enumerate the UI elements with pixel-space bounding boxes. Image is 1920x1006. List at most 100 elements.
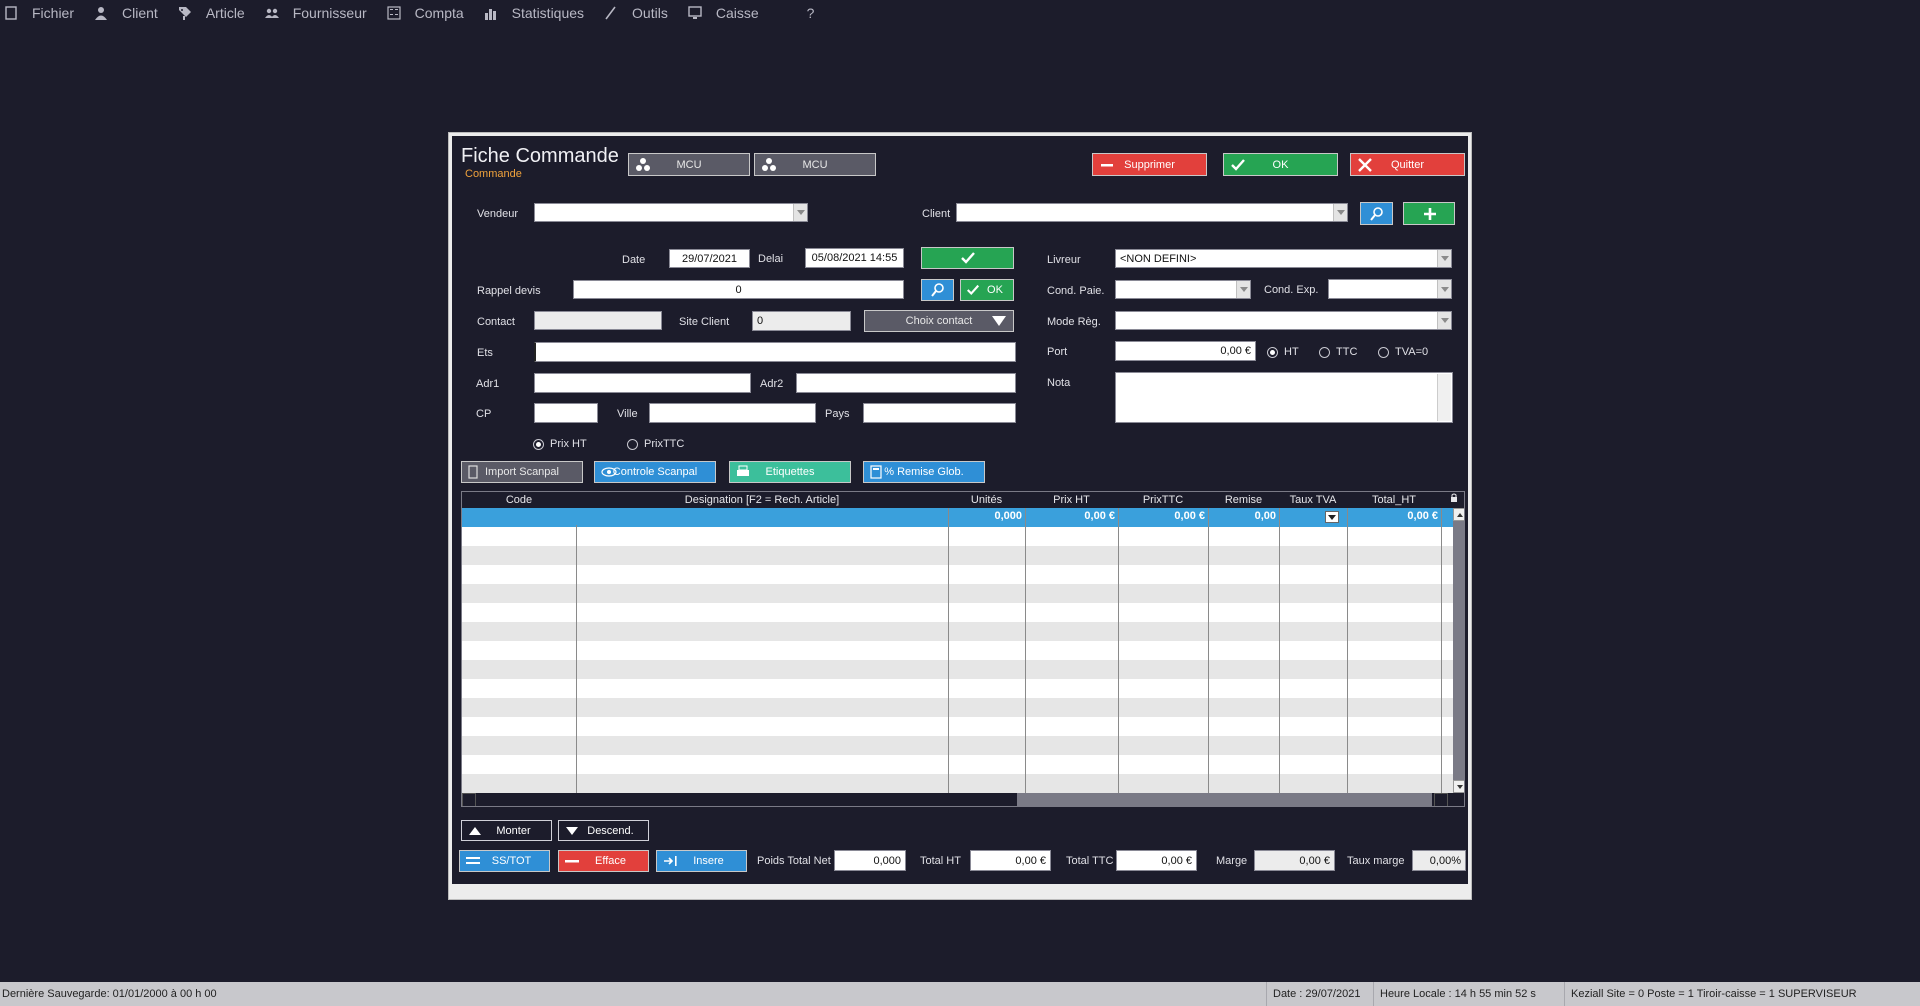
menu-fichier[interactable]: Fichier xyxy=(4,0,74,26)
scroll-up-icon[interactable] xyxy=(1453,508,1464,521)
menu-statistiques[interactable]: Statistiques xyxy=(484,0,584,26)
mode-reg-select[interactable] xyxy=(1115,311,1452,330)
pays-input[interactable] xyxy=(863,403,1016,423)
chevron-down-icon[interactable] xyxy=(1437,280,1451,298)
controle-scanpal-button[interactable]: Controle Scanpal xyxy=(594,461,716,483)
menu-client[interactable]: Client xyxy=(94,0,158,26)
efface-button[interactable]: Efface xyxy=(558,850,649,872)
nota-scrollbar[interactable] xyxy=(1437,374,1451,421)
cond-paie-select[interactable] xyxy=(1115,280,1251,299)
vendeur-select[interactable] xyxy=(534,203,808,222)
table-row[interactable] xyxy=(462,546,1453,565)
chevron-down-icon[interactable] xyxy=(1236,281,1250,298)
vertical-scrollbar[interactable] xyxy=(1453,508,1464,793)
livreur-select[interactable]: <NON DEFINI> xyxy=(1115,249,1452,268)
chevron-down-icon[interactable] xyxy=(1333,204,1347,221)
table-row[interactable] xyxy=(462,774,1453,793)
col-unites[interactable]: Unités xyxy=(948,492,1025,508)
validate-date-button[interactable] xyxy=(921,247,1014,269)
col-code[interactable]: Code xyxy=(462,492,576,508)
col-prix-ttc[interactable]: PrixTTC xyxy=(1118,492,1208,508)
remise-glob-button[interactable]: % Remise Glob. xyxy=(863,461,985,483)
client-select[interactable] xyxy=(956,203,1348,222)
client-label: Client xyxy=(922,208,951,220)
scroll-left-icon[interactable] xyxy=(462,793,476,806)
quitter-button[interactable]: Quitter xyxy=(1350,153,1465,176)
table-row[interactable] xyxy=(462,679,1453,698)
order-lines-grid[interactable]: Code Designation [F2 = Rech. Article] Un… xyxy=(461,491,1465,807)
table-row[interactable] xyxy=(462,584,1453,603)
chevron-down-icon[interactable] xyxy=(1437,312,1451,329)
site-client-input[interactable]: 0 xyxy=(752,311,851,331)
menu-compta[interactable]: Compta xyxy=(387,0,464,26)
chevron-down-icon[interactable] xyxy=(793,204,807,221)
table-row[interactable] xyxy=(462,698,1453,717)
mcu-button-2[interactable]: MCU xyxy=(754,153,876,176)
rappel-devis-input[interactable]: 0 xyxy=(573,280,904,299)
wand-icon xyxy=(605,6,616,20)
rappel-search-button[interactable] xyxy=(921,279,954,301)
monter-button[interactable]: Monter xyxy=(461,820,552,841)
delai-input[interactable]: 05/08/2021 14:55 xyxy=(805,248,904,268)
table-row[interactable] xyxy=(462,565,1453,584)
radio-ttc[interactable]: TTC xyxy=(1319,346,1357,358)
port-input[interactable]: 0,00 € xyxy=(1115,341,1256,361)
contact-input[interactable] xyxy=(534,311,662,330)
col-remise[interactable]: Remise xyxy=(1208,492,1279,508)
column-divider xyxy=(1118,508,1119,793)
ok-button[interactable]: OK xyxy=(1223,153,1338,176)
table-row[interactable] xyxy=(462,622,1453,641)
supprimer-button[interactable]: Supprimer xyxy=(1092,153,1207,176)
table-row[interactable] xyxy=(462,717,1453,736)
table-row[interactable] xyxy=(462,755,1453,774)
table-row[interactable] xyxy=(462,660,1453,679)
mcu-button-1[interactable]: MCU xyxy=(628,153,750,176)
menu-article[interactable]: Article xyxy=(178,0,245,26)
choix-contact-button[interactable]: Choix contact xyxy=(864,310,1014,332)
adr2-input[interactable] xyxy=(796,373,1016,393)
add-client-button[interactable] xyxy=(1403,202,1455,225)
cond-exp-select[interactable] xyxy=(1328,279,1452,299)
radio-prix-ht[interactable]: Prix HT xyxy=(533,438,587,450)
sstot-button[interactable]: SS/TOT xyxy=(459,850,550,872)
table-row[interactable] xyxy=(462,736,1453,755)
radio-ht[interactable]: HT xyxy=(1267,346,1299,358)
table-row[interactable] xyxy=(462,527,1453,546)
taux-tva-select[interactable] xyxy=(1279,508,1347,527)
scroll-down-icon[interactable] xyxy=(1453,780,1464,793)
chevron-down-icon[interactable] xyxy=(1325,511,1339,523)
radio-tva0[interactable]: TVA=0 xyxy=(1378,346,1428,358)
table-row[interactable] xyxy=(462,603,1453,622)
grid-body[interactable]: 0,000 0,00 € 0,00 € 0,00 0,00 € xyxy=(462,508,1453,793)
cp-input[interactable] xyxy=(534,403,598,423)
date-input[interactable]: 29/07/2021 xyxy=(669,249,750,268)
insere-button[interactable]: Insere xyxy=(656,850,747,872)
col-designation[interactable]: Designation [F2 = Rech. Article] xyxy=(576,492,948,508)
ville-input[interactable] xyxy=(649,403,816,423)
table-row[interactable]: 0,000 0,00 € 0,00 € 0,00 0,00 € xyxy=(462,508,1453,527)
horizontal-scroll-thumb[interactable] xyxy=(1017,793,1432,806)
etiquettes-button[interactable]: Etiquettes xyxy=(729,461,851,483)
rappel-ok-button[interactable]: OK xyxy=(960,279,1014,301)
ets-label: Ets xyxy=(477,347,493,359)
chevron-down-icon[interactable] xyxy=(1437,250,1451,267)
client-search-button[interactable] xyxy=(1360,202,1393,225)
horizontal-scrollbar[interactable] xyxy=(462,793,1464,806)
scroll-right-icon[interactable] xyxy=(1434,793,1448,806)
descend-button[interactable]: Descend. xyxy=(558,820,649,841)
lock-icon[interactable] xyxy=(1441,492,1464,508)
col-prix-ht[interactable]: Prix HT xyxy=(1025,492,1118,508)
col-taux-tva[interactable]: Taux TVA xyxy=(1279,492,1347,508)
adr1-input[interactable] xyxy=(534,373,751,393)
menu-caisse[interactable]: Caisse xyxy=(688,0,759,26)
col-total-ht[interactable]: Total_HT xyxy=(1347,492,1441,508)
ets-input[interactable] xyxy=(534,342,1016,362)
nota-textarea[interactable] xyxy=(1115,372,1453,423)
calculator-icon xyxy=(870,465,882,479)
menu-outils[interactable]: Outils xyxy=(604,0,668,26)
menu-help[interactable]: ? xyxy=(807,0,815,26)
import-scanpal-button[interactable]: Import Scanpal xyxy=(461,461,583,483)
menu-fournisseur[interactable]: Fournisseur xyxy=(264,0,367,26)
table-row[interactable] xyxy=(462,641,1453,660)
radio-prix-ttc[interactable]: PrixTTC xyxy=(627,438,684,450)
